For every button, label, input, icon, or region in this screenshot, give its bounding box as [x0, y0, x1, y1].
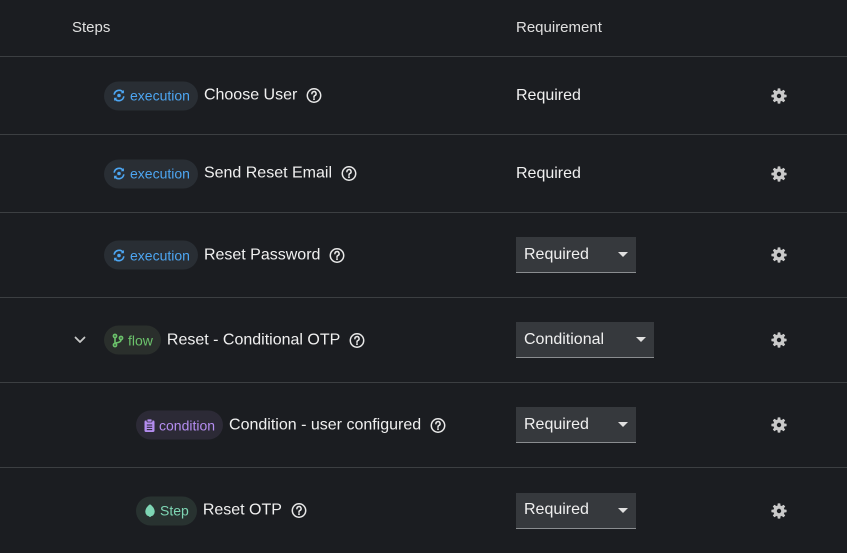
refresh-icon	[113, 249, 125, 261]
help-icon[interactable]	[341, 166, 357, 182]
requirement-select[interactable]: Required	[516, 237, 636, 273]
step-cell: execution Send Reset Email	[104, 159, 357, 188]
execution-chip: execution	[104, 81, 198, 110]
leaf-icon	[145, 504, 155, 517]
gear-icon[interactable]	[771, 165, 787, 182]
step-chip: Step	[136, 496, 197, 525]
drag-handle-icon[interactable]	[26, 167, 38, 181]
help-icon[interactable]	[306, 88, 322, 104]
table-header: Steps Requirement	[0, 0, 847, 57]
chip-label: Step	[160, 502, 189, 519]
step-name: Reset Password	[203, 246, 321, 263]
branch-icon	[112, 333, 124, 347]
step-cell: condition Condition - user configured	[136, 410, 446, 440]
condition-chip: condition	[136, 410, 224, 440]
requirement-select-value: Required	[524, 245, 589, 263]
gear-icon[interactable]	[771, 247, 787, 263]
chip-label: execution	[130, 87, 190, 104]
step-cell: execution Choose User	[104, 81, 322, 110]
chip-label: execution	[130, 247, 190, 263]
refresh-icon	[113, 89, 125, 102]
drag-handle-icon[interactable]	[26, 504, 38, 518]
drag-handle-icon[interactable]	[26, 248, 38, 262]
drag-handle-icon[interactable]	[26, 89, 38, 103]
step-cell: Step Reset OTP	[136, 496, 307, 525]
help-icon[interactable]	[430, 417, 446, 433]
step-name: Condition - user configured	[229, 416, 422, 433]
table-row: condition Condition - user configured Re…	[0, 383, 847, 468]
requirement-value: Required	[516, 164, 581, 182]
gear-icon[interactable]	[771, 417, 787, 433]
gear-icon[interactable]	[771, 502, 787, 519]
table-row: execution Send Reset Email Required	[0, 135, 847, 213]
clipboard-icon	[144, 418, 155, 432]
help-icon[interactable]	[349, 332, 365, 348]
chip-label: condition	[159, 417, 216, 433]
table-row: flow Reset - Conditional OTP Conditional	[0, 298, 847, 383]
refresh-icon	[113, 167, 125, 180]
step-cell: flow Reset - Conditional OTP	[104, 325, 365, 355]
step-name: Choose User	[203, 86, 298, 104]
requirement-select-value: Required	[524, 415, 589, 433]
requirement-select[interactable]: Conditional	[516, 322, 654, 358]
chip-label: flow	[128, 332, 153, 348]
gear-icon[interactable]	[771, 332, 787, 348]
execution-chip: execution	[104, 159, 198, 188]
requirement-select[interactable]: Required	[516, 407, 636, 443]
steps-column-header: Steps	[72, 19, 111, 36]
step-name: Send Reset Email	[203, 164, 332, 182]
chevron-down-icon[interactable]	[73, 333, 87, 347]
help-icon[interactable]	[329, 247, 345, 263]
caret-down-icon	[618, 507, 628, 513]
caret-down-icon	[618, 422, 628, 427]
gear-icon[interactable]	[771, 87, 787, 104]
step-name: Reset - Conditional OTP	[166, 331, 341, 348]
drag-handle-icon[interactable]	[26, 333, 38, 347]
requirement-select[interactable]: Required	[516, 492, 636, 529]
table-row: execution Reset Password Required	[0, 213, 847, 298]
table-row: execution Choose User Required	[0, 57, 847, 135]
table-row: Step Reset OTP Required	[0, 468, 847, 553]
step-cell: execution Reset Password	[104, 240, 345, 270]
requirement-column-header: Requirement	[516, 19, 602, 36]
caret-down-icon	[636, 337, 646, 342]
caret-down-icon	[618, 252, 628, 257]
execution-chip: execution	[104, 240, 198, 270]
requirement-select-value: Required	[524, 501, 589, 518]
drag-handle-icon[interactable]	[26, 418, 38, 432]
requirement-select-value: Conditional	[524, 330, 605, 348]
requirement-value: Required	[516, 86, 581, 104]
chip-label: execution	[130, 165, 190, 182]
step-name: Reset OTP	[202, 501, 282, 519]
help-icon[interactable]	[291, 503, 307, 519]
flow-chip: flow	[104, 325, 161, 355]
